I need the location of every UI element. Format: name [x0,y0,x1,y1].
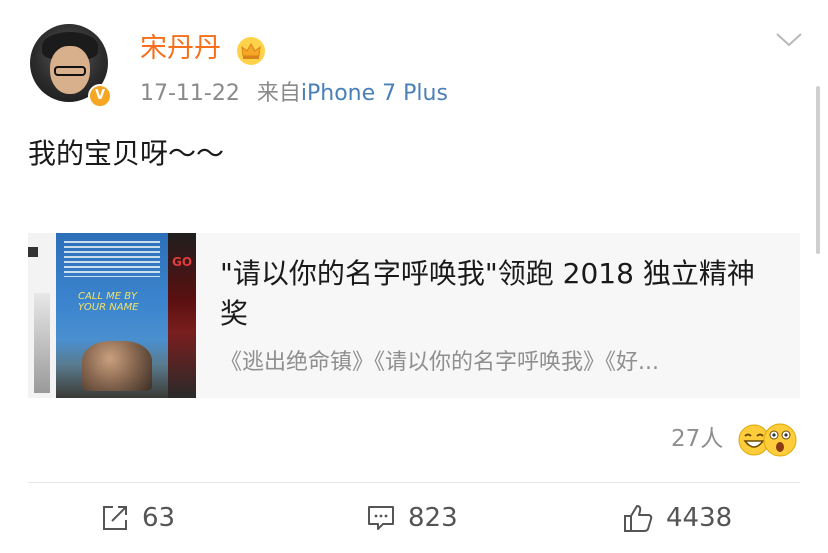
scrollbar[interactable] [816,86,820,254]
post-text: 我的宝贝呀～～ [28,137,225,170]
card-title: "请以你的名字呼唤我"领跑 2018 独立精神奖 [220,257,755,330]
poster-title: CALL ME BY YOUR NAME [78,291,139,313]
crown-icon [237,37,265,65]
source-device[interactable]: iPhone 7 Plus [301,81,448,106]
comment-count: 823 [408,503,458,533]
chevron-down-icon[interactable] [775,30,803,50]
link-card[interactable]: CALL ME BY YOUR NAME GO "请以你的名字呼唤我"领跑 20… [28,233,800,398]
poster-strip-text: GO [172,255,193,269]
card-thumbnail: CALL ME BY YOUR NAME GO [28,233,196,398]
timestamp: 17-11-22 [140,81,240,106]
thumbs-up-icon [624,505,653,532]
card-description: 《逃出绝命镇》《请以你的名字呼唤我》《好... [220,350,659,375]
post-meta: 17-11-22 来自iPhone 7 Plus [140,80,448,108]
repost-count: 63 [142,503,176,533]
like-button[interactable]: 4438 [622,500,732,536]
reaction-count[interactable]: 27人 [671,424,723,454]
share-icon [103,506,127,530]
like-count: 4438 [666,503,733,533]
verified-badge-icon: V [88,84,112,108]
source-prefix: 来自 [256,81,301,106]
username[interactable]: 宋丹丹 [140,32,221,66]
comment-button[interactable]: 823 [366,500,458,536]
shock-emoji-icon [763,423,797,457]
repost-button[interactable]: 63 [100,500,175,536]
divider [28,482,800,483]
comment-icon [368,506,394,530]
